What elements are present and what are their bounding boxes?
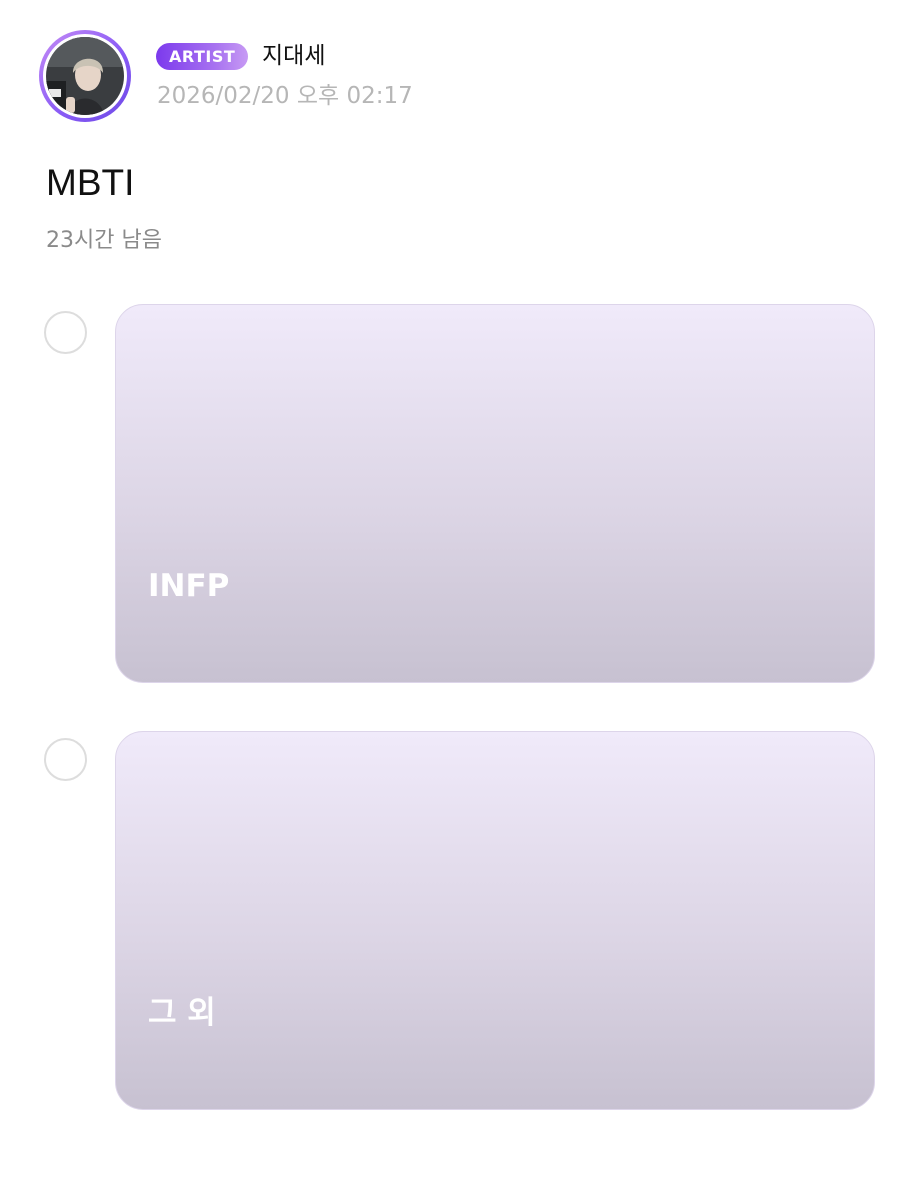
avatar-photo — [46, 37, 124, 115]
poll-option-label: 그 외 — [148, 995, 216, 1031]
poll-option-radio[interactable] — [44, 311, 87, 354]
poll-title: MBTI — [46, 162, 135, 203]
poll-option-card[interactable]: 그 외 — [115, 731, 875, 1110]
poll-option-label: INFP — [148, 568, 230, 604]
poll-time-remaining: 23시간 남음 — [46, 228, 162, 253]
author-avatar[interactable] — [39, 30, 131, 122]
avatar-frame — [43, 34, 127, 118]
poll-option-card[interactable]: INFP — [115, 304, 875, 683]
poll-option-radio[interactable] — [44, 738, 87, 781]
author-name[interactable]: 지대세 — [262, 40, 325, 72]
post-timestamp: 2026/02/20 오후 02:17 — [157, 83, 413, 109]
artist-badge: ARTIST — [156, 43, 249, 70]
